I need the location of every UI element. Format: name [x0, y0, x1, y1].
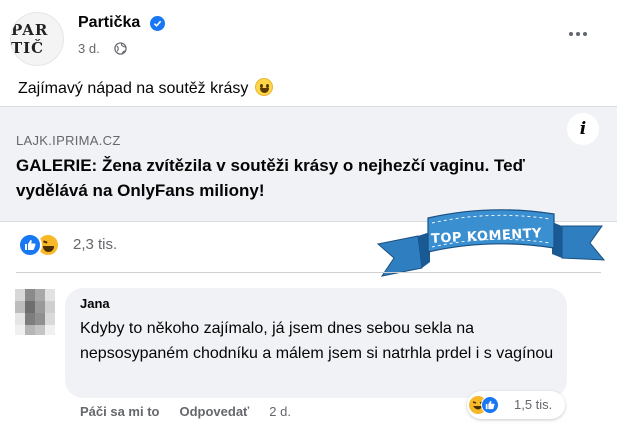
comment-text: Kdyby to někoho zajímalo, já jsem dnes s…: [80, 320, 554, 362]
comment-reactions[interactable]: 1,5 tis.: [467, 391, 565, 419]
globe-icon: [114, 42, 127, 55]
link-domain: LAJK.IPRIMA.CZ: [16, 133, 121, 148]
page-avatar[interactable]: PAR TIČ: [10, 12, 64, 66]
verified-badge-icon: [150, 16, 165, 31]
reaction-summary-icons[interactable]: [18, 233, 68, 257]
commenter-avatar[interactable]: [15, 289, 55, 335]
comment-actions: Páči sa mi to Odpovedať 2 d.: [80, 404, 311, 419]
comment-reply-button[interactable]: Odpovedať: [179, 404, 249, 419]
post-timestamp[interactable]: 3 d.: [78, 41, 100, 56]
comment-author[interactable]: Jana: [80, 296, 110, 311]
page-name[interactable]: Partička: [78, 14, 140, 32]
comment-like-button[interactable]: Páči sa mi to: [80, 404, 159, 419]
post-text-content: Zajímavý nápad na soutěž krásy: [18, 80, 249, 97]
reaction-count[interactable]: 2,3 tis.: [73, 236, 117, 253]
comment-timestamp[interactable]: 2 d.: [269, 404, 291, 419]
comment-reaction-count: 1,5 tis.: [514, 397, 553, 412]
like-reaction-icon: [18, 233, 42, 257]
top-comments-ribbon: [376, 209, 606, 277]
more-options-icon[interactable]: [560, 22, 596, 46]
smile-emoji-icon: [254, 78, 273, 96]
avatar-logo-text: PAR TIČ: [11, 21, 49, 57]
info-icon[interactable]: i: [567, 113, 599, 145]
comments-divider: [16, 272, 601, 273]
like-reaction-icon: [481, 396, 499, 414]
post-text: Zajímavý nápad na soutěž krásy: [18, 78, 273, 98]
